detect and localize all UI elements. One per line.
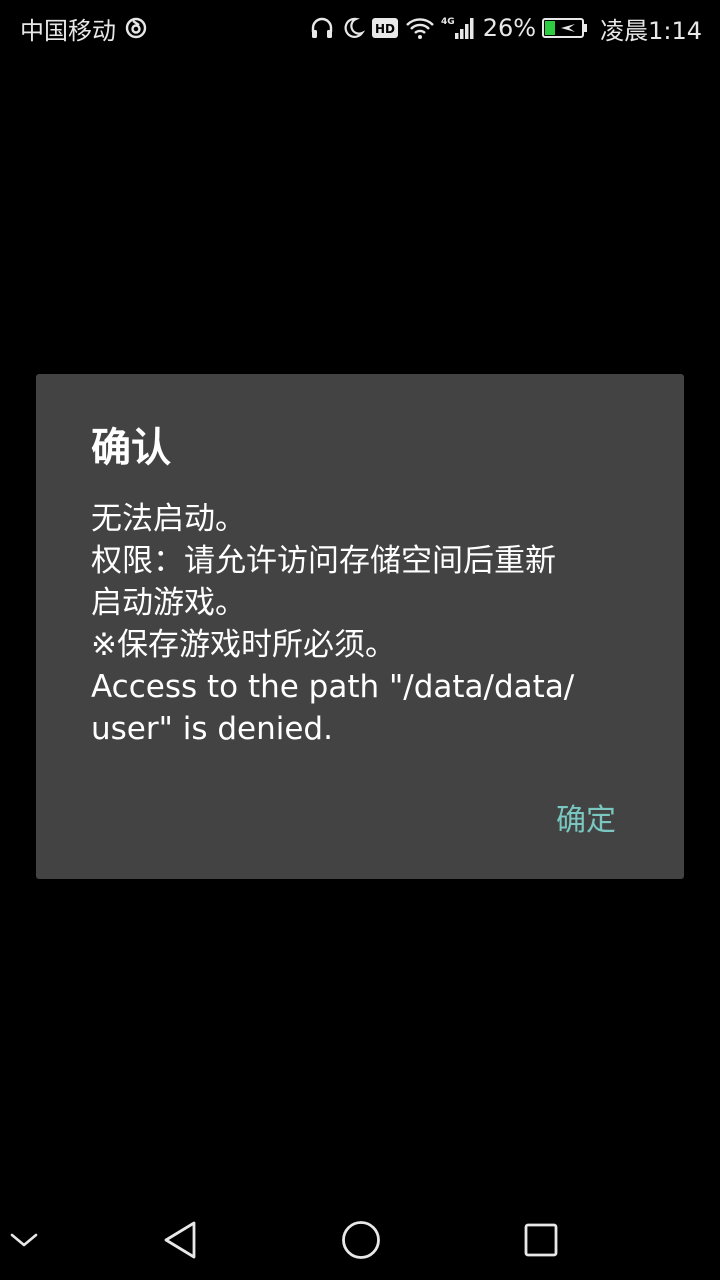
message-line: 权限：请允许访问存储空间后重新: [91, 543, 556, 579]
recents-icon[interactable]: [519, 1218, 563, 1262]
status-right: HD 4G 26% 凌晨1:14: [309, 11, 702, 46]
dialog-title: 确认: [91, 425, 171, 471]
network-type: 4G: [441, 17, 455, 27]
moon-icon: [341, 16, 365, 40]
screen: 中国移动 HD 4G 26% 凌晨1:14 确认 无法启动。 权限：请允许访问存…: [0, 0, 720, 1280]
message-line: 启动游戏。: [91, 585, 246, 621]
back-icon[interactable]: [158, 1218, 202, 1262]
message-line: Access to the path "/data/data/: [91, 669, 575, 705]
svg-text:HD: HD: [375, 22, 395, 36]
battery-icon: [542, 16, 588, 40]
navigation-bar: [0, 1200, 720, 1280]
clock: 凌晨1:14: [600, 16, 702, 45]
confirm-button[interactable]: 确定: [544, 795, 628, 839]
message-line: ※保存游戏时所必须。: [91, 627, 396, 663]
carrier-name: 中国移动: [20, 16, 116, 45]
signal-icon: 4G: [441, 15, 477, 41]
message-line: user" is denied.: [91, 711, 333, 747]
message-line: 无法启动。: [91, 501, 246, 537]
dialog-message: 无法启动。 权限：请允许访问存储空间后重新 启动游戏。 ※保存游戏时所必须。 A…: [91, 498, 628, 750]
wifi-icon: [405, 16, 435, 40]
headphones-icon: [309, 16, 335, 40]
battery-percent: 26%: [482, 14, 537, 42]
home-icon[interactable]: [339, 1218, 383, 1262]
confirm-dialog: 确认 无法启动。 权限：请允许访问存储空间后重新 启动游戏。 ※保存游戏时所必须…: [36, 374, 684, 879]
status-left: 中国移动: [20, 11, 148, 46]
sync-icon: [124, 16, 148, 40]
hd-icon: HD: [371, 16, 399, 40]
status-bar: 中国移动 HD 4G 26% 凌晨1:14: [0, 0, 720, 56]
chevron-down-icon[interactable]: [2, 1218, 46, 1262]
dialog-actions: 确定: [544, 792, 628, 842]
